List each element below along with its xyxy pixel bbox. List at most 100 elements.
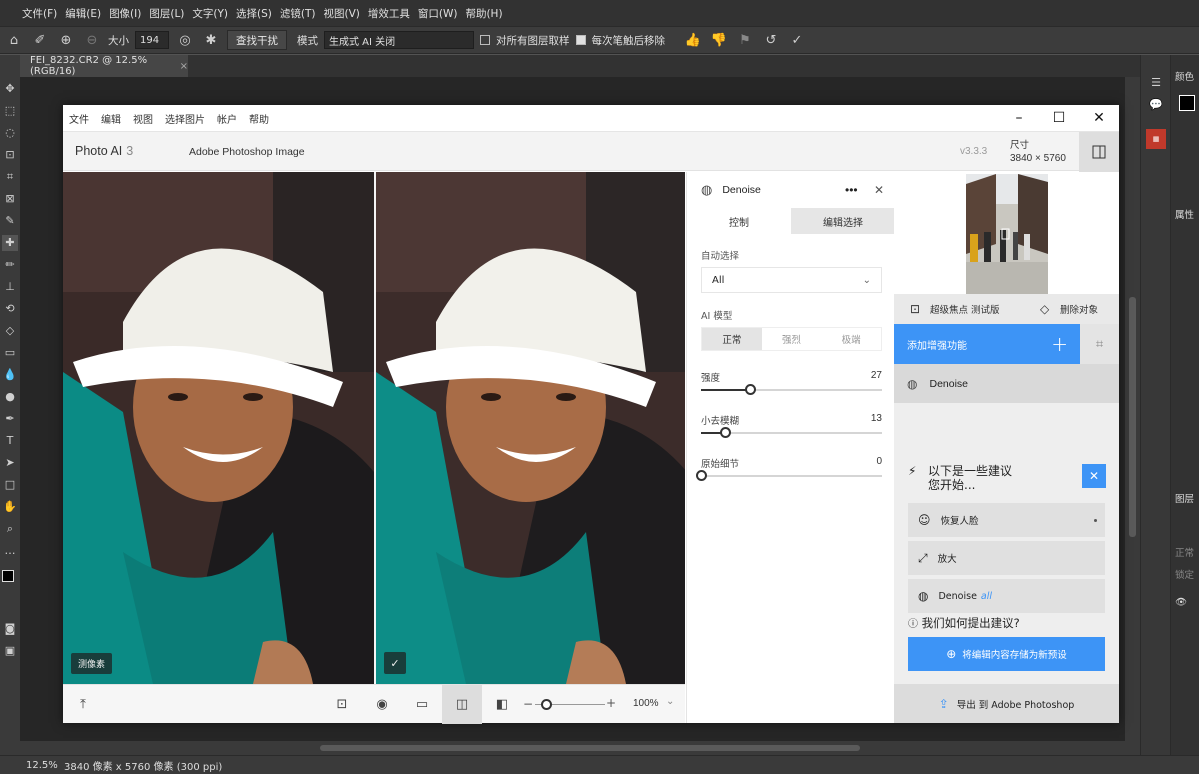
move-tool-icon[interactable]: ✥	[2, 81, 18, 97]
settings-icon[interactable]: ✱	[201, 30, 221, 50]
brush-minus-icon[interactable]: ⊖	[82, 30, 102, 50]
face-detect-icon[interactable]: ⊡	[322, 685, 362, 724]
ps-menu-item[interactable]: 图像(I)	[105, 6, 145, 21]
vertical-scroll-thumb[interactable]	[1129, 297, 1136, 537]
zoom-tool-icon[interactable]: ⌕	[2, 521, 18, 537]
export-upload-icon[interactable]: ⤒	[63, 685, 103, 724]
size-input[interactable]: 194	[135, 31, 169, 49]
close-window-icon[interactable]: ✕	[1079, 105, 1119, 131]
model-strong-option[interactable]: 强烈	[762, 328, 822, 350]
blend-mode-select[interactable]: 正常	[1175, 545, 1194, 559]
eraser-tool-icon[interactable]: ◇	[2, 323, 18, 339]
preview-eye-icon[interactable]: ◉	[362, 685, 402, 724]
remove-object-button[interactable]: 删除对象	[1060, 302, 1098, 316]
suggestion-upscale[interactable]: ⤢ 放大	[908, 541, 1105, 575]
original-detail-knob[interactable]	[696, 470, 707, 481]
zoom-slider-knob[interactable]	[541, 699, 552, 710]
split-view-icon[interactable]: ◧	[482, 685, 522, 724]
zoom-in-icon[interactable]: +	[606, 696, 616, 710]
color-panel-label[interactable]: 颜色	[1175, 69, 1194, 83]
processed-image-view[interactable]: ✓	[374, 172, 685, 684]
marquee-tool-icon[interactable]: ⬚	[2, 103, 18, 119]
screen-mode-icon[interactable]: ▣	[2, 643, 18, 659]
zoom-out-icon[interactable]: −	[523, 697, 533, 711]
pa-menu-item[interactable]: 文件	[69, 111, 89, 126]
path-select-icon[interactable]: ➤	[2, 455, 18, 471]
original-detail-track[interactable]	[701, 475, 882, 477]
navigator-thumbnail[interactable]	[966, 174, 1048, 294]
brush-tool-icon[interactable]: ✏	[2, 257, 18, 273]
strength-knob[interactable]	[745, 384, 756, 395]
zoom-level[interactable]: 100%	[633, 698, 659, 709]
flag-icon[interactable]: ⚑	[735, 30, 755, 50]
deblur-knob[interactable]	[720, 427, 731, 438]
suggestion-denoise[interactable]: ◍ Denoise all	[908, 579, 1105, 613]
zoom-dropdown-icon[interactable]: ⌄	[666, 696, 674, 707]
single-view-icon[interactable]: ▭	[402, 685, 442, 724]
pa-menu-item[interactable]: 视图	[133, 111, 153, 126]
properties-panel-label[interactable]: 属性	[1175, 207, 1194, 221]
vertical-scrollbar[interactable]	[1125, 77, 1140, 755]
history-panel-icon[interactable]: ☰	[1148, 75, 1164, 91]
healing-tool-icon[interactable]: ✚	[2, 235, 18, 251]
commit-check-icon[interactable]: ✓	[787, 30, 807, 50]
suggestion-face-recovery[interactable]: ☺ 恢复人脸	[908, 503, 1105, 537]
mode-select[interactable]: 生成式 AI 关闭	[324, 31, 474, 49]
horizontal-scroll-thumb[interactable]	[320, 745, 860, 751]
visibility-eye-icon[interactable]: 👁	[1175, 597, 1187, 608]
gradient-tool-icon[interactable]: ▭	[2, 345, 18, 361]
ps-menu-item[interactable]: 增效工具	[364, 6, 414, 21]
superfocus-icon[interactable]: ⊡	[910, 302, 920, 316]
close-panel-icon[interactable]: ✕	[874, 183, 884, 197]
hand-tool-icon[interactable]: ✋	[2, 499, 18, 515]
dodge-tool-icon[interactable]: ●	[2, 389, 18, 405]
shape-tool-icon[interactable]: □	[2, 477, 18, 493]
close-suggestions-button[interactable]: ✕	[1082, 464, 1106, 488]
maximize-icon[interactable]: ☐	[1039, 105, 1079, 131]
model-extreme-option[interactable]: 极端	[821, 328, 881, 350]
blur-tool-icon[interactable]: 💧	[2, 367, 18, 383]
frame-tool-icon[interactable]: ⊠	[2, 191, 18, 207]
add-enhancement-button[interactable]: 添加增强功能 +	[894, 324, 1080, 364]
pressure-icon[interactable]: ◎	[175, 30, 195, 50]
ps-menu-item[interactable]: 滤镜(T)	[276, 6, 320, 21]
eraser-icon[interactable]: ◇	[1040, 302, 1049, 316]
ps-menu-item[interactable]: 图层(L)	[145, 6, 188, 21]
layers-panel-label[interactable]: 图层	[1175, 491, 1194, 505]
ps-menu-item[interactable]: 帮助(H)	[461, 6, 506, 21]
ps-menu-item[interactable]: 窗口(W)	[414, 6, 462, 21]
more-tools-icon[interactable]: …	[2, 543, 18, 559]
pa-menu-item[interactable]: 帮助	[249, 111, 269, 126]
crop-button[interactable]: ⌗	[1080, 324, 1119, 364]
ps-menu-item[interactable]: 选择(S)	[232, 6, 276, 21]
how-we-suggest-link[interactable]: ⓘ 我们如何提出建议?	[908, 615, 1020, 631]
quick-mask-icon[interactable]: ◙	[2, 621, 18, 637]
pa-menu-item[interactable]: 选择图片	[165, 111, 205, 126]
status-doc-info[interactable]: 3840 像素 x 5760 像素 (300 ppi)	[64, 758, 222, 773]
lasso-tool-icon[interactable]: ◌	[2, 125, 18, 141]
export-button[interactable]: ⇪ 导出 到 Adobe Photoshop	[894, 684, 1119, 723]
text-tool-icon[interactable]: T	[2, 433, 18, 449]
tab-controls[interactable]: 控制	[687, 208, 791, 234]
ps-menu-item[interactable]: 编辑(E)	[61, 6, 105, 21]
stamp-tool-icon[interactable]: ⊥	[2, 279, 18, 295]
auto-select-dropdown[interactable]: All ⌄	[701, 267, 882, 293]
tab-edit-selection[interactable]: 编辑选择	[791, 208, 895, 234]
ps-menu-item[interactable]: 视图(V)	[319, 6, 363, 21]
foreground-color-swatch[interactable]	[2, 570, 14, 582]
eyedropper-tool-icon[interactable]: ✎	[2, 213, 18, 229]
superfocus-button[interactable]: 超级焦点 测试版	[930, 302, 1000, 316]
toggle-sidebar-button[interactable]	[1079, 132, 1119, 172]
brush-plus-icon[interactable]: ⊕	[56, 30, 76, 50]
ps-menu-item[interactable]: 文字(Y)	[188, 6, 232, 21]
side-by-side-view-icon[interactable]: ◫	[442, 685, 482, 724]
close-tab-icon[interactable]: ×	[180, 61, 188, 72]
pen-tool-icon[interactable]: ✒	[2, 411, 18, 427]
thumbs-up-icon[interactable]: 👍	[683, 30, 703, 50]
home-icon[interactable]: ⌂	[4, 30, 24, 50]
undo-icon[interactable]: ↺	[761, 30, 781, 50]
plugin-badge-icon[interactable]: ▦	[1146, 129, 1166, 149]
more-options-icon[interactable]: •••	[845, 183, 858, 197]
ps-menu-item[interactable]: 文件(F)	[18, 6, 61, 21]
all-layers-checkbox[interactable]	[480, 35, 490, 45]
